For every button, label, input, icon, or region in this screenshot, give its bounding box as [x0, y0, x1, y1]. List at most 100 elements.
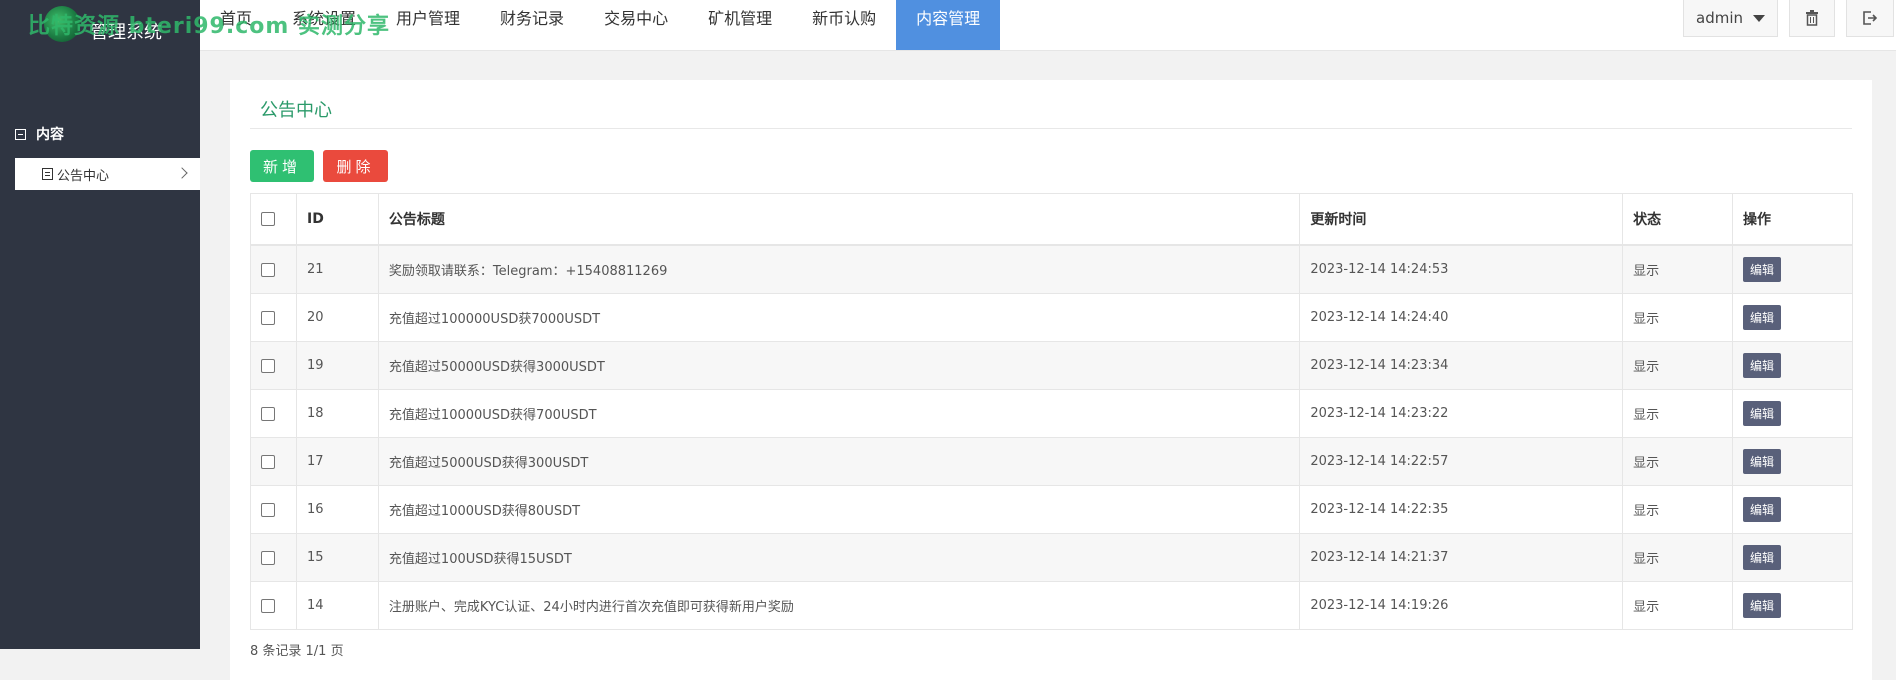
table-row: 19 充值超过50000USD获得3000USDT 2023-12-14 14:23… [250, 341, 1853, 390]
select-all-checkbox[interactable] [261, 212, 275, 226]
sidebar-item-announcements[interactable]: 公告中心 [15, 158, 200, 190]
table-row: 20 充值超过100000USD获7000USDT 2023-12-14 14:24… [250, 293, 1853, 342]
cell-action: 编辑 [1732, 293, 1853, 342]
table-row: 18 充值超过10000USD获得700USDT 2023-12-14 14:23:… [250, 389, 1853, 438]
cell-action: 编辑 [1732, 389, 1853, 438]
nav-item-2[interactable]: 用户管理 [376, 0, 480, 50]
cell-id: 14 [295, 581, 379, 630]
table-row: 16 充值超过1000USD获得80USDT 2023-12-14 14:22:35… [250, 485, 1853, 534]
edit-button[interactable]: 编辑 [1743, 497, 1782, 522]
sidebar-group-label: 内容 [36, 127, 64, 143]
cell-status: 显示 [1622, 437, 1734, 486]
row-select-cell [250, 437, 297, 486]
cell-updated: 2023-12-14 14:24:53 [1299, 244, 1624, 294]
announcement-table: ID 公告标题 更新时间 状态 操作 21 奖励领取请联系：Telegram：+1… [250, 193, 1853, 630]
chevron-right-icon [176, 167, 188, 179]
table-row: 15 充值超过100USD获得15USDT 2023-12-14 14:21:37 显… [250, 533, 1853, 582]
cell-action: 编辑 [1732, 533, 1853, 582]
cell-id: 16 [295, 485, 379, 534]
sidebar-item-label: 公告中心 [57, 168, 110, 184]
cell-status: 显示 [1622, 293, 1734, 342]
delete-button[interactable]: 删除 [323, 150, 388, 182]
cell-title: 注册账户、完成KYC认证、24小时内进行首次充值即可获得新用户奖励 [377, 581, 1301, 630]
cell-title: 奖励领取请联系：Telegram：+15408811269 [377, 244, 1301, 294]
table-row: 17 充值超过5000USD获得300USDT 2023-12-14 14:22:5… [250, 437, 1853, 486]
cell-status: 显示 [1622, 581, 1734, 630]
row-checkbox[interactable] [261, 502, 275, 517]
title-divider [250, 128, 1852, 129]
cell-title: 充值超过1000USD获得80USDT [377, 485, 1301, 534]
row-checkbox[interactable] [261, 406, 275, 421]
table-row: 14 注册账户、完成KYC认证、24小时内进行首次充值即可获得新用户奖励 2023-… [250, 581, 1853, 630]
page-title: 公告中心 [260, 100, 332, 121]
content-panel: 公告中心 新增 删除 ID 公告标题 更新时间 状态 操作 21 奖励领取请联系：… [230, 80, 1872, 680]
nav-item-5[interactable]: 矿机管理 [688, 0, 792, 50]
cell-status: 显示 [1622, 244, 1734, 294]
row-select-cell [250, 341, 297, 390]
cell-title: 充值超过50000USD获得3000USDT [377, 341, 1301, 390]
cell-title: 充值超过100000USD获7000USDT [377, 293, 1301, 342]
nav-item-7[interactable]: 内容管理 [896, 0, 1001, 50]
row-checkbox[interactable] [261, 598, 275, 613]
row-checkbox[interactable] [261, 454, 275, 469]
cell-updated: 2023-12-14 14:19:26 [1299, 581, 1624, 630]
edit-button[interactable]: 编辑 [1743, 449, 1782, 474]
cell-action: 编辑 [1732, 341, 1853, 390]
table-row: 21 奖励领取请联系：Telegram：+15408811269 2023-12-1… [250, 244, 1853, 294]
logout-icon [1863, 11, 1878, 25]
cell-title: 充值超过10000USD获得700USDT [377, 389, 1301, 438]
cell-title: 充值超过100USD获得15USDT [377, 533, 1301, 582]
row-checkbox[interactable] [261, 358, 275, 373]
cell-status: 显示 [1622, 341, 1734, 390]
cell-updated: 2023-12-14 14:21:37 [1299, 533, 1624, 582]
collapse-icon [15, 128, 26, 140]
clear-cache-button[interactable] [1789, 0, 1835, 37]
add-button[interactable]: 新增 [250, 150, 314, 182]
edit-button[interactable]: 编辑 [1743, 401, 1782, 426]
edit-button[interactable]: 编辑 [1743, 593, 1782, 618]
logout-button[interactable] [1846, 0, 1894, 37]
sidebar-group-content[interactable]: 内容 [15, 124, 64, 144]
row-select-cell [250, 389, 297, 438]
column-header-id[interactable]: ID [295, 193, 379, 246]
row-select-cell [250, 581, 297, 630]
cell-action: 编辑 [1732, 581, 1853, 630]
cell-status: 显示 [1622, 485, 1734, 534]
row-select-cell [250, 293, 297, 342]
table-header-row: ID 公告标题 更新时间 状态 操作 [250, 193, 1853, 246]
nav-item-3[interactable]: 财务记录 [480, 0, 584, 50]
pagination-info: 8 条记录 1/1 页 [250, 644, 344, 659]
nav-item-4[interactable]: 交易中心 [584, 0, 688, 50]
admin-menu-button[interactable]: admin [1683, 0, 1778, 37]
nav-item-6[interactable]: 新币认购 [792, 0, 896, 50]
cell-id: 20 [295, 293, 379, 342]
row-select-cell [250, 244, 297, 294]
row-checkbox[interactable] [261, 262, 275, 277]
document-icon [42, 168, 53, 180]
cell-updated: 2023-12-14 14:22:35 [1299, 485, 1624, 534]
edit-button[interactable]: 编辑 [1743, 305, 1782, 330]
edit-button[interactable]: 编辑 [1743, 545, 1782, 570]
edit-button[interactable]: 编辑 [1743, 257, 1782, 282]
admin-label: admin [1696, 9, 1743, 27]
cell-id: 15 [295, 533, 379, 582]
cell-id: 18 [295, 389, 379, 438]
cell-updated: 2023-12-14 14:22:57 [1299, 437, 1624, 486]
column-header-title: 公告标题 [377, 193, 1301, 246]
edit-button[interactable]: 编辑 [1743, 353, 1782, 378]
select-all-cell [250, 193, 297, 246]
cell-title: 充值超过5000USD获得300USDT [377, 437, 1301, 486]
row-checkbox[interactable] [261, 310, 275, 325]
cell-action: 编辑 [1732, 485, 1853, 534]
cell-action: 编辑 [1732, 244, 1853, 294]
cell-status: 显示 [1622, 389, 1734, 438]
cell-updated: 2023-12-14 14:23:22 [1299, 389, 1624, 438]
row-checkbox[interactable] [261, 550, 275, 565]
cell-updated: 2023-12-14 14:24:40 [1299, 293, 1624, 342]
cell-updated: 2023-12-14 14:23:34 [1299, 341, 1624, 390]
cell-id: 17 [295, 437, 379, 486]
trash-icon [1806, 10, 1818, 26]
row-select-cell [250, 533, 297, 582]
row-select-cell [250, 485, 297, 534]
cell-id: 21 [295, 244, 379, 294]
